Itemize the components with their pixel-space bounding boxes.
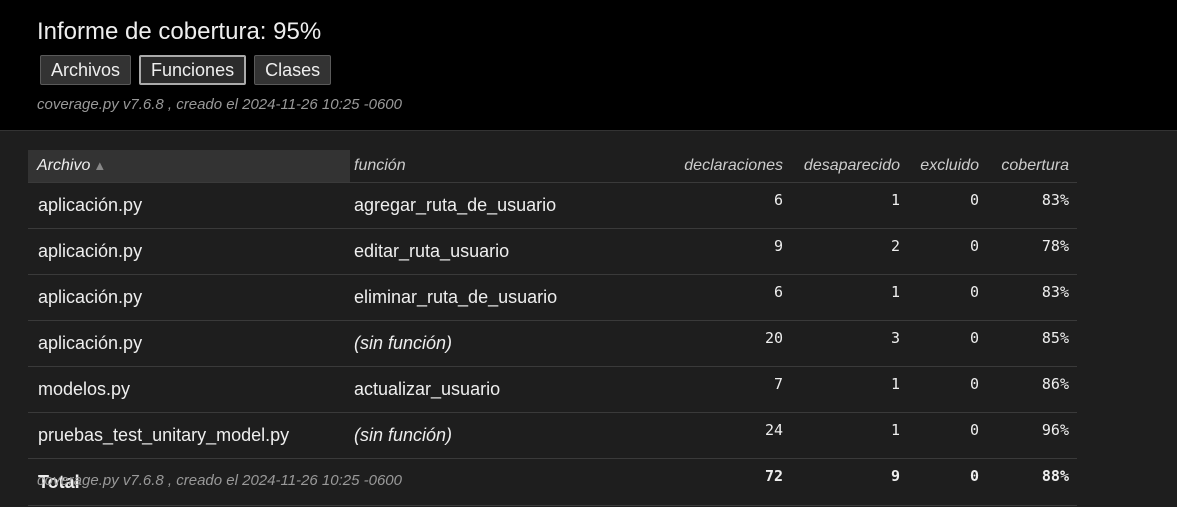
- excluded-cell: 0: [908, 320, 987, 367]
- function-link[interactable]: eliminar_ruta_de_usuario: [350, 274, 670, 321]
- function-link[interactable]: editar_ruta_usuario: [350, 228, 670, 275]
- table-row: aplicación.py eliminar_ruta_de_usuario 6…: [28, 274, 1077, 321]
- total-excluded: 0: [908, 458, 987, 506]
- total-coverage: 88%: [987, 458, 1077, 506]
- column-header-funcion[interactable]: función: [350, 150, 670, 183]
- statements-cell: 6: [670, 182, 791, 229]
- coverage-cell: 86%: [987, 366, 1077, 413]
- tab-clases[interactable]: Clases: [254, 55, 332, 85]
- coverage-cell: 83%: [987, 274, 1077, 321]
- file-link[interactable]: aplicación.py: [28, 274, 350, 321]
- total-statements: 72: [670, 458, 791, 506]
- column-header-desaparecido[interactable]: desaparecido: [791, 150, 908, 183]
- footer-stamp: coverage.py v7.6.8 , creado el 2024-11-2…: [37, 472, 402, 489]
- sort-ascending-icon: ▲: [93, 158, 107, 173]
- file-link[interactable]: aplicación.py: [28, 182, 350, 229]
- column-header-archivo[interactable]: Archivo ▲: [28, 150, 350, 183]
- statements-cell: 9: [670, 228, 791, 275]
- excluded-cell: 0: [908, 412, 987, 459]
- creation-stamp: coverage.py v7.6.8 , creado el 2024-11-2…: [37, 96, 402, 113]
- missing-cell: 3: [791, 320, 908, 367]
- table-row: pruebas_test_unitary_model.py (sin funci…: [28, 412, 1077, 459]
- coverage-cell: 96%: [987, 412, 1077, 459]
- view-tabs: Archivos Funciones Clases: [40, 55, 332, 85]
- missing-cell: 1: [791, 274, 908, 321]
- tab-archivos[interactable]: Archivos: [40, 55, 132, 85]
- report-header: Informe de cobertura: 95% Archivos Funci…: [0, 0, 1177, 131]
- excluded-cell: 0: [908, 182, 987, 229]
- column-header-cobertura[interactable]: cobertura: [987, 150, 1077, 183]
- coverage-cell: 83%: [987, 182, 1077, 229]
- missing-cell: 1: [791, 412, 908, 459]
- column-header-declaraciones[interactable]: declaraciones: [670, 150, 791, 183]
- table-header-row: Archivo ▲ función declaraciones desaparec…: [28, 150, 1077, 183]
- function-link[interactable]: agregar_ruta_de_usuario: [350, 182, 670, 229]
- table-row: aplicación.py agregar_ruta_de_usuario 6 …: [28, 182, 1077, 229]
- tab-funciones[interactable]: Funciones: [139, 55, 247, 85]
- column-header-excluido[interactable]: excluido: [908, 150, 987, 183]
- total-missing: 9: [791, 458, 908, 506]
- function-link[interactable]: actualizar_usuario: [350, 366, 670, 413]
- excluded-cell: 0: [908, 366, 987, 413]
- statements-cell: 20: [670, 320, 791, 367]
- excluded-cell: 0: [908, 274, 987, 321]
- missing-cell: 2: [791, 228, 908, 275]
- statements-cell: 6: [670, 274, 791, 321]
- table-row: modelos.py actualizar_usuario 7 1 0 86%: [28, 366, 1077, 413]
- table-row: aplicación.py (sin función) 20 3 0 85%: [28, 320, 1077, 367]
- coverage-table: Archivo ▲ función declaraciones desaparec…: [28, 150, 1077, 506]
- file-link[interactable]: aplicación.py: [28, 320, 350, 367]
- page-title: Informe de cobertura: 95%: [37, 18, 322, 45]
- file-link[interactable]: pruebas_test_unitary_model.py: [28, 412, 350, 459]
- excluded-cell: 0: [908, 228, 987, 275]
- coverage-cell: 78%: [987, 228, 1077, 275]
- statements-cell: 7: [670, 366, 791, 413]
- missing-cell: 1: [791, 182, 908, 229]
- file-link[interactable]: modelos.py: [28, 366, 350, 413]
- function-link[interactable]: (sin función): [350, 412, 670, 459]
- missing-cell: 1: [791, 366, 908, 413]
- table-row: aplicación.py editar_ruta_usuario 9 2 0 …: [28, 228, 1077, 275]
- coverage-cell: 85%: [987, 320, 1077, 367]
- function-link[interactable]: (sin función): [350, 320, 670, 367]
- statements-cell: 24: [670, 412, 791, 459]
- file-link[interactable]: aplicación.py: [28, 228, 350, 275]
